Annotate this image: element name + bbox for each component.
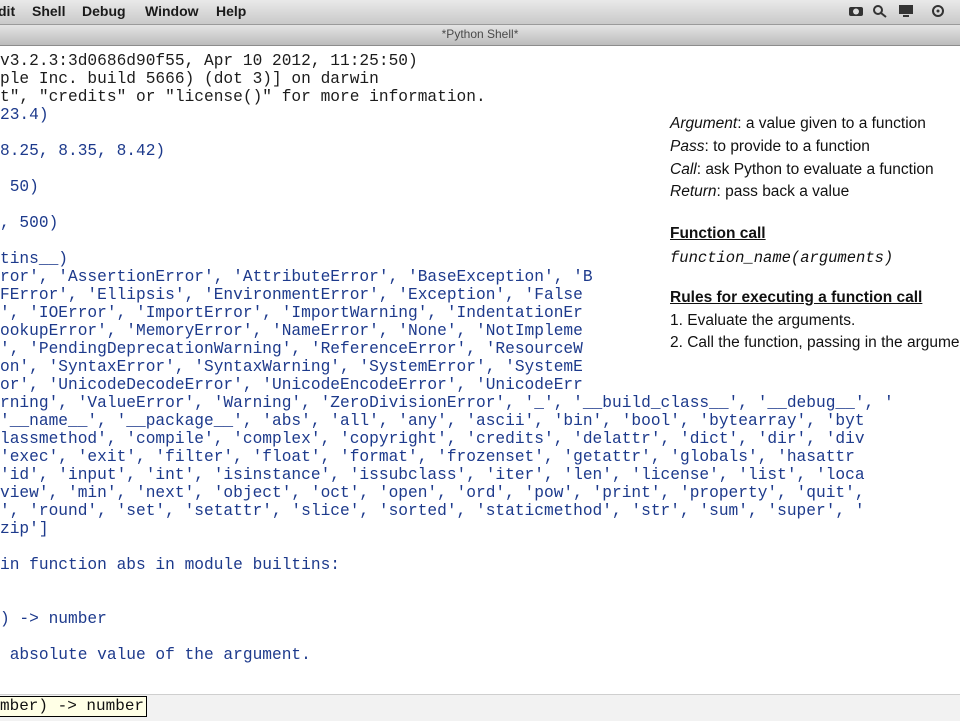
shell-line: on', 'SyntaxError', 'SyntaxWarning', 'Sy… (0, 358, 583, 376)
menu-shell[interactable]: Shell (32, 3, 65, 19)
shell-line: absolute value of the argument. (0, 646, 311, 664)
shell-line: 23.4) (0, 106, 49, 124)
definition-argument: Argument: a value given to a function (670, 115, 926, 133)
shell-line: view', 'min', 'next', 'object', 'oct', '… (0, 484, 865, 502)
menu-window[interactable]: Window (145, 3, 199, 19)
status-bar: mber) -> number (0, 694, 960, 721)
shell-line: or', 'UnicodeDecodeError', 'UnicodeEncod… (0, 376, 583, 394)
function-call-syntax: function_name(arguments) (670, 249, 894, 267)
function-call-heading: Function call (670, 225, 766, 242)
search-icon[interactable] (872, 4, 888, 18)
shell-line: zip'] (0, 520, 49, 538)
definition-text: : a value given to a function (737, 115, 926, 132)
window-title: *Python Shell* (441, 27, 519, 41)
shell-line: ) -> number (0, 610, 107, 628)
shell-line: ookupError', 'MemoryError', 'NameError',… (0, 322, 583, 340)
shell-line: 'exec', 'exit', 'filter', 'float', 'form… (0, 448, 855, 466)
shell-line: ', 'round', 'set', 'setattr', 'slice', '… (0, 502, 865, 520)
menu-help[interactable]: Help (216, 3, 246, 19)
rules-heading: Rules for executing a function call (670, 289, 923, 306)
lecture-notes: Argument: a value given to a function Pa… (658, 108, 960, 368)
window-title-bar: *Python Shell* (0, 25, 960, 46)
shell-line: 50) (0, 178, 39, 196)
definition-term: Call (670, 161, 697, 178)
shell-line: FError', 'Ellipsis', 'EnvironmentError',… (0, 286, 583, 304)
shell-line: ple Inc. build 5666) (dot 3)] on darwin (0, 70, 379, 88)
menu-edit[interactable]: dit (0, 3, 15, 19)
definition-text: : to provide to a function (704, 138, 870, 155)
shell-line: 8.25, 8.35, 8.42) (0, 142, 166, 160)
camera-icon[interactable] (848, 4, 864, 18)
definition-term: Return (670, 183, 717, 200)
calltip-tooltip: mber) -> number (0, 696, 148, 717)
definition-return: Return: pass back a value (670, 183, 849, 201)
monitor-icon[interactable] (898, 4, 914, 18)
shell-line: 'id', 'input', 'int', 'isinstance', 'iss… (0, 466, 865, 484)
shell-line: v3.2.3:3d0686d90f55, Apr 10 2012, 11:25:… (0, 52, 418, 70)
gear-icon[interactable] (930, 4, 946, 18)
definition-call: Call: ask Python to evaluate a function (670, 161, 934, 179)
definition-term: Argument (670, 115, 738, 132)
definition-text: : ask Python to evaluate a function (696, 161, 934, 178)
shell-line: ror', 'AssertionError', 'AttributeError'… (0, 268, 593, 286)
menu-debug[interactable]: Debug (82, 3, 126, 19)
rule-2: 2. Call the function, passing in the arg… (670, 334, 960, 351)
shell-line: in function abs in module builtins: (0, 556, 340, 574)
definition-text: : pass back a value (716, 183, 850, 200)
shell-line: '__name__', '__package__', 'abs', 'all',… (0, 412, 865, 430)
definition-pass: Pass: to provide to a function (670, 138, 870, 156)
shell-line: lassmethod', 'compile', 'complex', 'copy… (0, 430, 865, 448)
shell-line: , 500) (0, 214, 59, 232)
menu-bar: dit Shell Debug Window Help (0, 0, 960, 25)
shell-line: rning', 'ValueError', 'Warning', 'ZeroDi… (0, 394, 894, 412)
shell-line: ', 'IOError', 'ImportError', 'ImportWarn… (0, 304, 583, 322)
shell-line: ', 'PendingDeprecationWarning', 'Referen… (0, 340, 583, 358)
rule-1: 1. Evaluate the arguments. (670, 312, 856, 329)
shell-line: tins__) (0, 250, 68, 268)
shell-line: t", "credits" or "license()" for more in… (0, 88, 486, 106)
definition-term: Pass (670, 138, 705, 155)
